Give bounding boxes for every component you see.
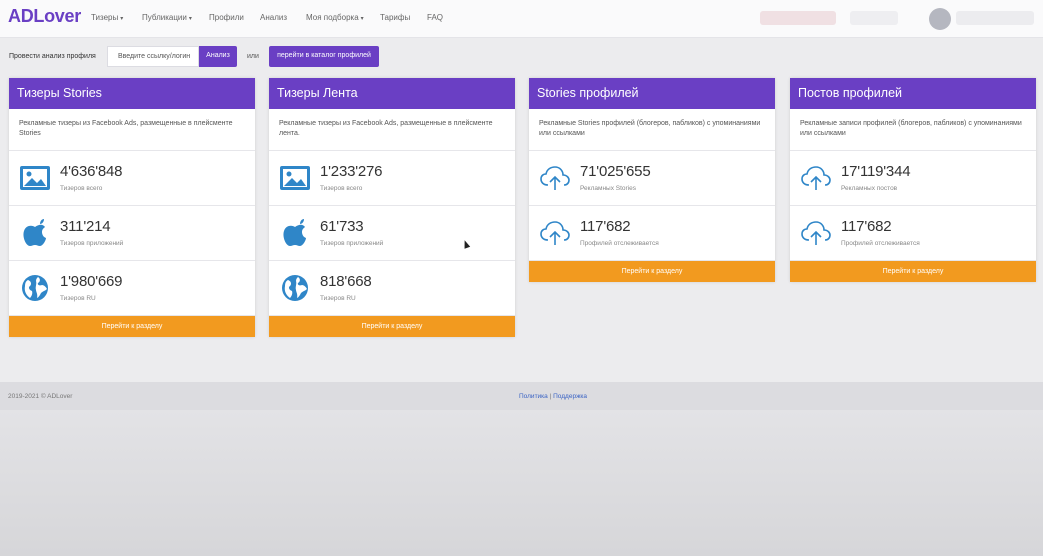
stat-value: 4'636'848 <box>60 163 123 180</box>
logo[interactable]: ADLover <box>8 6 81 27</box>
stat-label: Тизеров приложений <box>60 240 124 247</box>
stat-row: 4'636'848 Тизеров всего <box>9 151 255 206</box>
chevron-down-icon: ▾ <box>188 16 192 22</box>
go-to-section-button[interactable]: Перейти к разделу <box>529 261 775 282</box>
stat-row: 117'682 Профилей отслеживается <box>529 206 775 261</box>
blurred-nav-link[interactable] <box>850 11 898 25</box>
stat-label: Тизеров всего <box>60 185 103 192</box>
stat-label: Тизеров всего <box>320 185 363 192</box>
image-icon <box>20 166 50 190</box>
or-text: или <box>247 53 259 60</box>
globe-icon <box>282 275 308 301</box>
chevron-down-icon: ▾ <box>120 16 124 22</box>
nav-item-my-selection[interactable]: Моя подборка ▾ <box>306 13 364 22</box>
card-profile-posts: Постов профилей Рекламные записи профиле… <box>790 78 1036 282</box>
card-description: Рекламные Stories профилей (блогеров, па… <box>529 109 775 151</box>
nav-label: Публикации <box>142 13 187 22</box>
stat-value: 71'025'655 <box>580 163 651 180</box>
analysis-label: Провести анализ профиля <box>9 53 96 60</box>
stat-value: 818'668 <box>320 273 372 290</box>
nav-item-publications[interactable]: Публикации ▾ <box>142 13 192 22</box>
blurred-account-badge[interactable] <box>760 11 836 25</box>
stat-row: 1'980'669 Тизеров RU <box>9 261 255 316</box>
stat-label: Тизеров приложений <box>320 240 384 247</box>
go-to-section-button[interactable]: Перейти к разделу <box>269 316 515 337</box>
stat-row: 818'668 Тизеров RU <box>269 261 515 316</box>
stat-row: 17'119'344 Рекламных постов <box>790 151 1036 206</box>
nav-label: Моя подборка <box>306 13 359 22</box>
analyze-button[interactable]: Анализ <box>199 46 237 67</box>
stat-label: Тизеров RU <box>320 295 356 302</box>
stat-label: Рекламных постов <box>841 185 898 192</box>
card-title: Постов профилей <box>790 78 1036 109</box>
nav-item-teasers[interactable]: Тизеры ▾ <box>91 13 123 22</box>
card-title: Тизеры Stories <box>9 78 255 109</box>
card-description: Рекламные тизеры из Facebook Ads, размещ… <box>269 109 515 151</box>
chevron-down-icon: ▾ <box>360 16 364 22</box>
nav-label: Тизеры <box>91 13 119 22</box>
image-icon <box>280 166 310 190</box>
cloud-upload-icon <box>801 166 831 190</box>
cloud-upload-icon <box>801 221 831 245</box>
go-to-section-button[interactable]: Перейти к разделу <box>790 261 1036 282</box>
footer-separator: | <box>549 393 552 400</box>
stat-label: Профилей отслеживается <box>841 240 920 247</box>
apple-icon <box>23 219 46 246</box>
avatar[interactable] <box>929 8 951 30</box>
go-to-section-button[interactable]: Перейти к разделу <box>9 316 255 337</box>
card-title: Тизеры Лента <box>269 78 515 109</box>
footer-links: Политика | Поддержка <box>519 393 587 400</box>
nav-item-tariffs[interactable]: Тарифы <box>380 13 410 22</box>
stat-label: Профилей отслеживается <box>580 240 659 247</box>
stat-row: 71'025'655 Рекламных Stories <box>529 151 775 206</box>
blurred-username[interactable] <box>956 11 1034 25</box>
profile-link-input[interactable]: Введите ссылку/логин <box>107 46 199 67</box>
stat-value: 117'682 <box>580 218 631 235</box>
policy-link[interactable]: Политика <box>519 393 548 400</box>
stat-value: 117'682 <box>841 218 892 235</box>
globe-icon <box>22 275 48 301</box>
top-navbar: ADLover Тизеры ▾ Публикации ▾ Профили Анал… <box>0 0 1043 38</box>
apple-icon <box>283 219 306 246</box>
stat-label: Тизеров RU <box>60 295 96 302</box>
card-title: Stories профилей <box>529 78 775 109</box>
footer-copyright: 2019-2021 © ADLover <box>8 393 73 400</box>
stat-row: 61'733 Тизеров приложений <box>269 206 515 261</box>
cloud-upload-icon <box>540 221 570 245</box>
profile-catalog-button[interactable]: перейти в каталог профилей <box>269 46 379 67</box>
stat-row: 1'233'276 Тизеров всего <box>269 151 515 206</box>
page-background <box>0 410 1043 556</box>
stat-value: 1'980'669 <box>60 273 123 290</box>
footer: 2019-2021 © ADLover Политика | Поддержка <box>0 382 1043 410</box>
nav-item-faq[interactable]: FAQ <box>427 13 443 22</box>
support-link[interactable]: Поддержка <box>553 393 587 400</box>
card-description: Рекламные тизеры из Facebook Ads, размещ… <box>9 109 255 151</box>
stat-value: 17'119'344 <box>841 163 911 180</box>
card-profile-stories: Stories профилей Рекламные Stories профи… <box>529 78 775 282</box>
stat-label: Рекламных Stories <box>580 185 637 192</box>
stat-row: 117'682 Профилей отслеживается <box>790 206 1036 261</box>
nav-item-profiles[interactable]: Профили <box>209 13 244 22</box>
card-teasers-stories: Тизеры Stories Рекламные тизеры из Faceb… <box>9 78 255 337</box>
card-description: Рекламные записи профилей (блогеров, паб… <box>790 109 1036 151</box>
cloud-upload-icon <box>540 166 570 190</box>
nav-item-analysis[interactable]: Анализ <box>260 13 287 22</box>
stat-row: 311'214 Тизеров приложений <box>9 206 255 261</box>
card-teasers-feed: Тизеры Лента Рекламные тизеры из Faceboo… <box>269 78 515 337</box>
stat-value: 311'214 <box>60 218 111 235</box>
stat-value: 1'233'276 <box>320 163 383 180</box>
stat-value: 61'733 <box>320 218 364 235</box>
